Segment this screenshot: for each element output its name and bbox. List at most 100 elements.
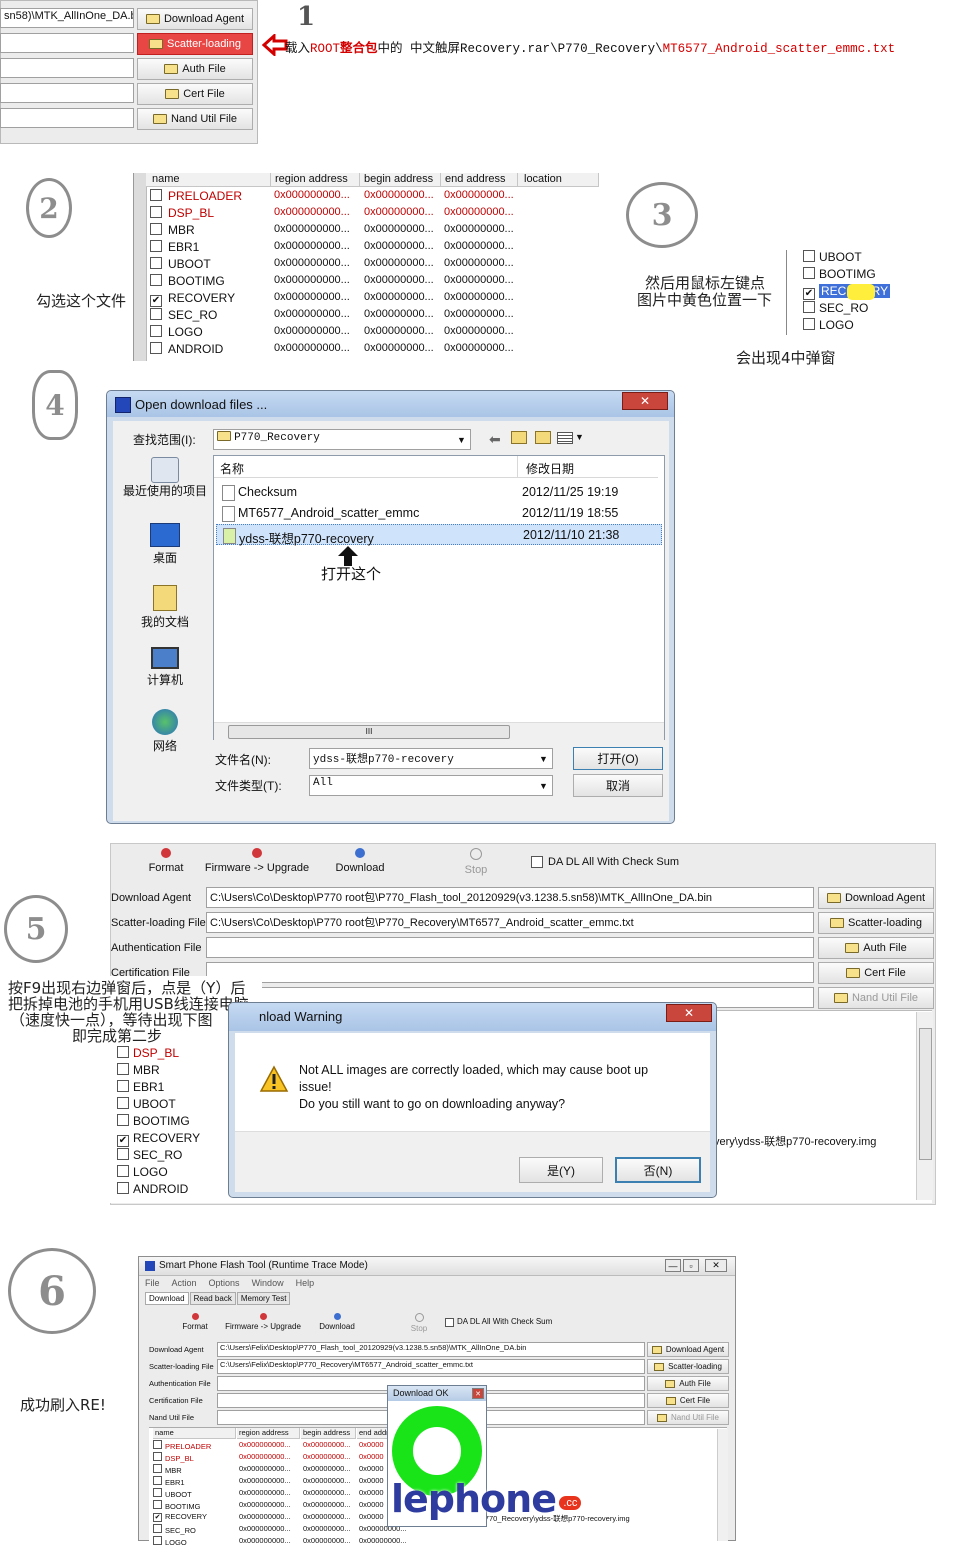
s6-row-checkbox[interactable]	[153, 1488, 162, 1497]
s6-file-button[interactable]: Nand Util File	[647, 1410, 729, 1425]
s5-stop-button[interactable]: Stop	[446, 848, 506, 876]
s4-filename-input[interactable]: ydss-联想p770-recovery	[309, 748, 553, 769]
s6-maximize-button[interactable]: ▫	[683, 1259, 699, 1272]
s3-row[interactable]: BOOTIMG	[803, 267, 887, 284]
s3-row[interactable]: ✔RECOVERY	[803, 284, 891, 301]
s4-place-documents[interactable]: 我的文档	[121, 585, 209, 630]
s6-row[interactable]: EBR1 0x000000000... 0x00000000... 0x0000	[153, 1476, 384, 1488]
back-icon[interactable]: ⬅	[489, 431, 501, 448]
s5-file-button[interactable]: Nand Util File	[818, 987, 934, 1009]
s5-no-button[interactable]: 否(N)	[615, 1157, 701, 1183]
s1-nand-util-button[interactable]: Nand Util File	[137, 108, 253, 130]
s6-checksum-checkbox[interactable]	[445, 1318, 454, 1327]
s4-place-recent[interactable]: 最近使用的项目	[121, 457, 209, 497]
s5-row-checkbox[interactable]	[117, 1046, 129, 1058]
s5-vscroll-thumb[interactable]	[919, 1028, 932, 1160]
chevron-down-icon[interactable]: ▼	[539, 781, 548, 791]
s2-col-name[interactable]: name	[146, 173, 271, 187]
s5-row-checkbox[interactable]	[117, 1097, 129, 1109]
s6-col-header[interactable]: region address	[237, 1428, 300, 1439]
s5-field-input[interactable]	[206, 962, 814, 983]
s2-row[interactable]: DSP_BL 0x000000000... 0x00000000... 0x00000…	[150, 206, 590, 223]
s5-field-input[interactable]: C:\Users\Co\Desktop\P770 root包\P770_Flas…	[206, 887, 814, 908]
s4-col-date[interactable]: 修改日期	[518, 456, 658, 478]
s6-row[interactable]: MBR 0x000000000... 0x00000000... 0x0000	[153, 1464, 384, 1476]
s5-firmware-upgrade-button[interactable]: Firmware -> Upgrade	[198, 848, 316, 874]
s2-row[interactable]: SEC_RO 0x000000000... 0x00000000... 0x00000…	[150, 308, 590, 325]
s5-row-checkbox[interactable]	[117, 1063, 129, 1075]
s5-yes-button[interactable]: 是(Y)	[519, 1157, 603, 1183]
s6-row-checkbox[interactable]	[153, 1452, 162, 1461]
s6-row-checkbox[interactable]	[153, 1476, 162, 1485]
s2-row-checkbox[interactable]	[150, 240, 162, 252]
s6-file-button[interactable]: Cert File	[647, 1393, 729, 1408]
s5-vscroll[interactable]	[916, 1012, 933, 1200]
s4-close-button[interactable]: ✕	[622, 392, 668, 410]
s5-row[interactable]: ✔ RECOVERY	[117, 1131, 200, 1148]
s6-row[interactable]: DSP_BL 0x000000000... 0x00000000... 0x0000	[153, 1452, 384, 1464]
s2-row-checkbox[interactable]	[150, 308, 162, 320]
s5-file-button[interactable]: Auth File	[818, 937, 934, 959]
s6-minimize-button[interactable]: —	[665, 1259, 681, 1272]
s2-row[interactable]: MBR 0x000000000... 0x00000000... 0x00000000…	[150, 223, 590, 240]
s6-stop-button[interactable]: Stop	[397, 1313, 441, 1333]
s5-field-input[interactable]	[206, 937, 814, 958]
s1-path-1[interactable]	[0, 33, 134, 53]
s1-path-3[interactable]	[0, 83, 134, 103]
s5-row-checkbox[interactable]	[117, 1182, 129, 1194]
s5-checksum-checkbox[interactable]	[531, 856, 543, 868]
s4-cancel-button[interactable]: 取消	[573, 774, 663, 797]
s4-file-row[interactable]: Checksum 2012/11/25 19:19	[216, 482, 662, 503]
s6-close-button[interactable]: ✕	[705, 1259, 727, 1272]
s6-row[interactable]: PRELOADER 0x000000000... 0x00000000... 0x00…	[153, 1440, 384, 1452]
s5-row-checkbox[interactable]	[117, 1114, 129, 1126]
s2-row-checkbox[interactable]	[150, 206, 162, 218]
s6-menu-item[interactable]: File	[145, 1278, 160, 1288]
s4-hscroll[interactable]: III	[214, 722, 664, 740]
s2-row-checkbox[interactable]	[150, 274, 162, 286]
s2-row-checkbox[interactable]: ✔	[150, 295, 162, 307]
s4-look-in-select[interactable]: P770_Recovery	[213, 429, 471, 450]
s6-menu-item[interactable]: Options	[209, 1278, 240, 1288]
chevron-down-icon[interactable]: ▼	[457, 435, 466, 445]
s5-row[interactable]: EBR1	[117, 1080, 164, 1097]
s6-field-input[interactable]: C:\Users\Felix\Desktop\P770_Recovery\MT6…	[217, 1359, 645, 1374]
view-menu-icon[interactable]	[557, 432, 573, 444]
s2-row-checkbox[interactable]	[150, 325, 162, 337]
s6-row-checkbox[interactable]	[153, 1464, 162, 1473]
s5-row[interactable]: DSP_BL	[117, 1046, 179, 1063]
s3-row-checkbox[interactable]	[803, 301, 815, 313]
s5-file-button[interactable]: Download Agent	[818, 887, 934, 909]
s6-format-button[interactable]: Format	[173, 1313, 217, 1331]
s6-download-button[interactable]: Download	[315, 1313, 359, 1331]
s3-row[interactable]: SEC_RO	[803, 301, 887, 318]
s2-col-region[interactable]: region address	[271, 173, 360, 187]
s6-vscroll[interactable]	[717, 1429, 728, 1541]
s4-col-name[interactable]: 名称	[214, 456, 518, 478]
s3-row[interactable]: LOGO	[803, 318, 887, 335]
s6-row-checkbox[interactable]: ✔	[153, 1513, 162, 1522]
s6-col-header[interactable]: name	[153, 1428, 236, 1439]
s6-firmware-upgrade-button[interactable]: Firmware -> Upgrade	[221, 1313, 305, 1331]
s6-tab[interactable]: Read back	[189, 1292, 236, 1305]
s6-row-checkbox[interactable]	[153, 1524, 162, 1533]
s6-menu-item[interactable]: Window	[252, 1278, 284, 1288]
s4-place-computer[interactable]: 计算机	[121, 647, 209, 688]
s6-row-checkbox[interactable]	[153, 1500, 162, 1509]
s5-row[interactable]: UBOOT	[117, 1097, 176, 1114]
s5-format-button[interactable]: Format	[136, 848, 196, 874]
s6-dlok-close[interactable]: ✕	[472, 1388, 484, 1399]
s3-row-checkbox[interactable]	[803, 318, 815, 330]
s1-auth-file-button[interactable]: Auth File	[137, 58, 253, 80]
s5-row[interactable]: MBR	[117, 1063, 160, 1080]
s5-file-button[interactable]: Scatter-loading	[818, 912, 934, 934]
s3-row[interactable]: UBOOT	[803, 250, 887, 267]
s2-col-end[interactable]: end address	[441, 173, 518, 187]
s5-row[interactable]: BOOTIMG	[117, 1114, 190, 1131]
s2-row-checkbox[interactable]	[150, 342, 162, 354]
s5-download-button[interactable]: Download	[330, 848, 390, 874]
s3-row-checkbox[interactable]	[803, 250, 815, 262]
s2-row[interactable]: ANDROID 0x000000000... 0x00000000... 0x0000…	[150, 342, 590, 359]
s1-path-4[interactable]	[0, 108, 134, 128]
s6-row[interactable]: ✔ RECOVERY 0x000000000... 0x00000000... 0x00…	[153, 1512, 384, 1524]
